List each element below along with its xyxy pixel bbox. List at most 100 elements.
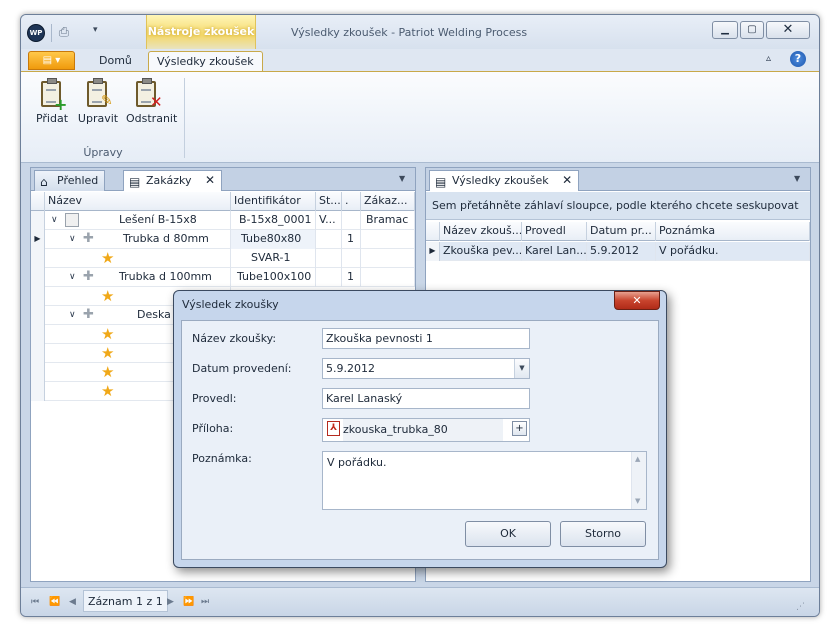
tab-test-results[interactable]: Výsledky zkoušek — [148, 51, 263, 72]
column-header-test-name[interactable]: Název zkouš... — [440, 222, 522, 241]
row-indicator — [31, 249, 45, 268]
ok-button[interactable]: OK — [465, 521, 551, 547]
scroll-up-icon[interactable]: ▲ — [635, 455, 640, 463]
row-performed-by: Karel Lan... — [522, 242, 587, 261]
previous-page-icon[interactable]: ⏪ — [49, 597, 60, 607]
expand-toggle-icon[interactable]: ∨ — [51, 211, 58, 229]
title-bar: WP ⎙ ▾ Nástroje zkoušek Výsledky zkoušek… — [21, 15, 819, 49]
previous-record-icon[interactable]: ◀ — [69, 597, 76, 607]
note-textarea[interactable]: V pořádku. ▲ ▼ — [322, 451, 647, 510]
ribbon-body: + Přidat ✎ Upravit ✕ Odstranit Úpravy — [21, 71, 819, 163]
close-icon[interactable]: ✕ — [562, 173, 572, 187]
record-counter: Záznam 1 z 1 — [83, 590, 168, 612]
row-identifier: Tube100x100 — [231, 268, 316, 287]
pane-menu-icon[interactable]: ▼ — [794, 174, 800, 183]
row-identifier: SVAR-1 — [231, 249, 316, 268]
ribbon-group-label: Úpravy — [83, 146, 123, 159]
group-by-area[interactable]: Sem přetáhněte záhlaví sloupce, podle kt… — [426, 192, 810, 220]
expand-toggle-icon[interactable]: ∨ — [69, 268, 76, 286]
column-header-note[interactable]: Poznámka — [656, 222, 810, 241]
dialog-close-button[interactable]: ✕ — [614, 291, 660, 310]
tab-overview-label: Přehled — [57, 174, 99, 187]
row-status — [316, 230, 342, 249]
help-icon[interactable]: ? — [790, 51, 806, 67]
app-logo-icon[interactable]: WP — [27, 24, 45, 42]
column-header-count[interactable]: . — [342, 192, 361, 211]
row-indicator — [31, 363, 45, 382]
expand-toggle-icon[interactable]: ∨ — [69, 230, 76, 248]
row-order — [361, 230, 415, 249]
last-record-icon[interactable]: ⏭ — [201, 597, 209, 607]
tab-overview[interactable]: ⌂ Přehled — [34, 170, 106, 191]
scroll-down-icon[interactable]: ▼ — [635, 497, 640, 505]
table-row[interactable]: ∨ Lešení B-15x8 B-15x8_0001 V... Bramac — [31, 211, 415, 230]
attachment-filename[interactable]: zkouska_trubka_80 — [343, 419, 503, 441]
add-button[interactable]: + Přidat — [31, 78, 73, 134]
performed-by-input[interactable]: Karel Lanaský — [322, 388, 530, 409]
expand-toggle-icon[interactable]: ∨ — [69, 306, 76, 324]
table-row[interactable]: ▶ ∨ ✚ Trubka d 80mm Tube80x80 1 — [31, 230, 415, 249]
label-date: Datum provedení: — [192, 362, 292, 375]
row-date: 5.9.2012 — [587, 242, 656, 261]
row-identifier: B-15x8_0001 — [231, 211, 316, 230]
row-indicator — [31, 287, 45, 306]
note-value: V pořádku. — [327, 456, 387, 469]
window-title: Výsledky zkoušek - Patriot Welding Proce… — [291, 26, 528, 39]
tab-test-results-pane[interactable]: ▤ Výsledky zkoušek ✕ — [429, 170, 580, 191]
attachment-add-button[interactable]: + — [512, 421, 527, 436]
right-pane-tabs: ▤ Výsledky zkoušek ✕ ▼ — [426, 168, 810, 191]
tab-test-results-pane-label: Výsledky zkoušek — [452, 174, 549, 187]
column-header-status[interactable]: St... — [316, 192, 342, 211]
column-header-name[interactable]: Název — [45, 192, 231, 211]
dialog-title: Výsledek zkoušky — [182, 298, 279, 311]
part-icon: ✚ — [83, 231, 94, 246]
home-icon: ⌂ — [40, 175, 48, 189]
print-icon[interactable]: ⎙ — [56, 25, 72, 41]
part-icon: ✚ — [83, 307, 94, 322]
clipboard-remove-icon: ✕ — [132, 78, 163, 111]
minimize-button[interactable]: ▁ — [712, 21, 738, 39]
left-pane-tabs: ⌂ Přehled ▤ Zakázky ✕ ▼ — [31, 168, 415, 191]
row-count — [342, 249, 361, 268]
table-row[interactable]: ▶ Zkouška pev... Karel Lan... 5.9.2012 V… — [426, 242, 810, 261]
next-page-icon[interactable]: ⏩ — [183, 597, 194, 607]
cancel-button[interactable]: Storno — [560, 521, 646, 547]
row-status: V... — [316, 211, 342, 230]
row-order — [361, 268, 415, 287]
row-name: Lešení B-15x8 — [81, 211, 231, 230]
date-picker[interactable]: 5.9.2012 ▼ — [322, 358, 530, 379]
column-header-identifier[interactable]: Identifikátor — [231, 192, 316, 211]
column-header-performed-by[interactable]: Provedl — [522, 222, 587, 241]
date-value: 5.9.2012 — [326, 362, 375, 375]
results-grid-header: Název zkouš... Provedl Datum pr... Pozná… — [426, 222, 810, 241]
resize-grip-icon[interactable]: ⋰ — [796, 602, 805, 612]
file-menu-button[interactable]: ▤ ▾ — [28, 51, 75, 70]
attachment-field[interactable]: ⅄ zkouska_trubka_80 + — [322, 418, 530, 442]
table-row[interactable]: ★ SVAR-1 — [31, 249, 415, 268]
edit-button-label: Upravit — [77, 112, 119, 125]
first-record-icon[interactable]: ⏮ — [31, 597, 39, 607]
close-window-button[interactable]: ✕ — [766, 21, 810, 39]
maximize-button[interactable]: ▢ — [740, 21, 764, 39]
remove-button[interactable]: ✕ Odstranit — [126, 78, 178, 134]
star-icon: ★ — [101, 325, 115, 343]
column-header-date[interactable]: Datum pr... — [587, 222, 656, 241]
quick-access-dropdown-icon[interactable]: ▾ — [93, 25, 98, 35]
table-row[interactable]: ∨ ✚ Trubka d 100mm Tube100x100 1 — [31, 268, 415, 287]
part-icon: ✚ — [83, 269, 94, 284]
pane-menu-icon[interactable]: ▼ — [399, 174, 405, 183]
tab-orders-label: Zakázky — [146, 174, 192, 187]
test-name-input[interactable]: Zkouška pevnosti 1 — [322, 328, 530, 349]
column-header-order[interactable]: Zákaz... — [361, 192, 415, 211]
remove-button-label: Odstranit — [126, 112, 178, 125]
ribbon-collapse-icon[interactable]: ▵ — [766, 53, 771, 64]
star-icon: ★ — [101, 249, 115, 267]
tab-orders[interactable]: ▤ Zakázky ✕ — [123, 170, 223, 191]
row-indicator: ▶ — [426, 242, 440, 261]
tab-home[interactable]: Domů — [91, 53, 140, 71]
note-scrollbar[interactable]: ▲ ▼ — [631, 452, 646, 509]
next-record-icon[interactable]: ▶ — [167, 597, 174, 607]
edit-button[interactable]: ✎ Upravit — [77, 78, 119, 134]
chevron-down-icon[interactable]: ▼ — [514, 359, 529, 378]
close-icon[interactable]: ✕ — [205, 173, 215, 187]
